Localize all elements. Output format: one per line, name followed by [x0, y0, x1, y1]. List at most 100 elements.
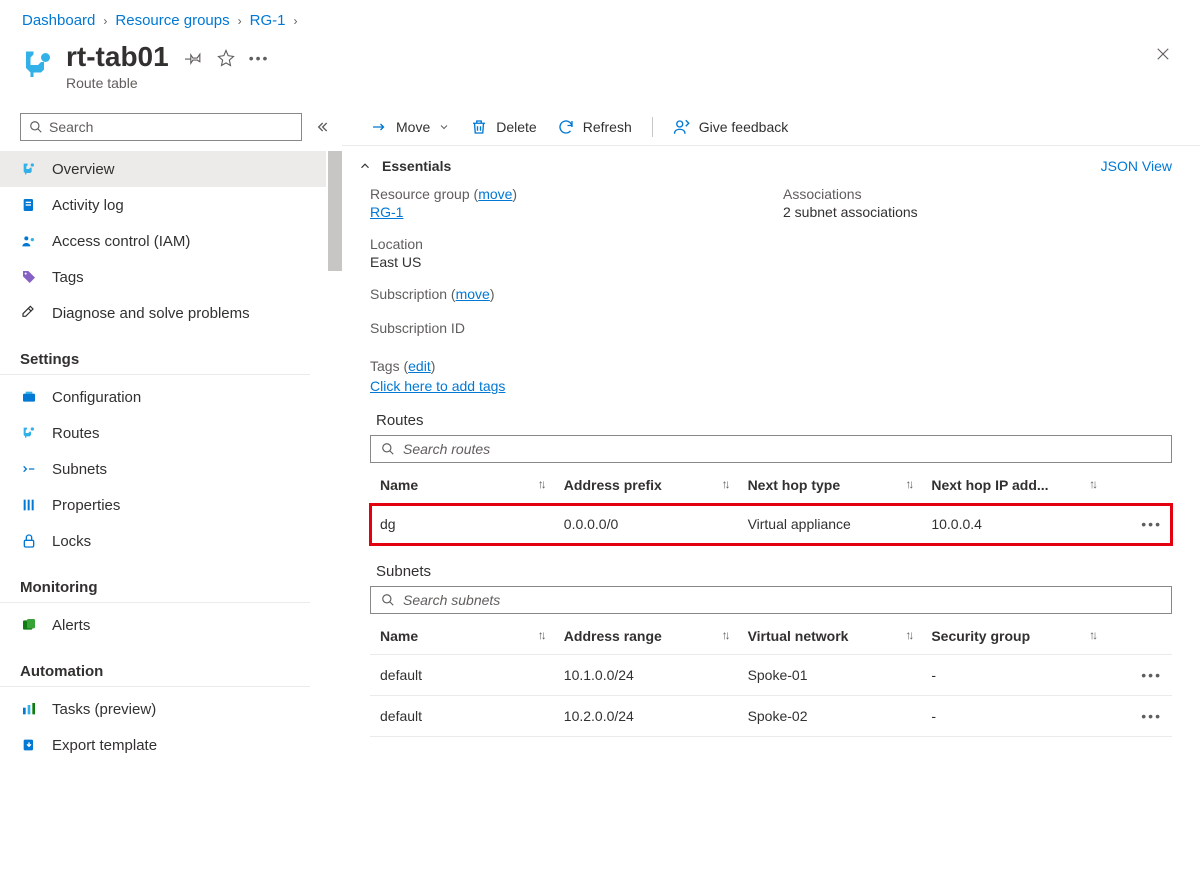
toolbar: Move Delete Refresh Give feedback	[342, 109, 1200, 146]
subnets-table: Name↑↓ Address range↑↓ Virtual network↑↓…	[370, 618, 1172, 737]
subnet-range: 10.2.0.0/24	[554, 696, 738, 737]
sidebar-item-label: Overview	[52, 161, 115, 178]
feedback-icon	[673, 118, 691, 136]
sidebar-item-tags[interactable]: Tags	[0, 259, 326, 295]
sidebar-item-properties[interactable]: Properties	[0, 487, 326, 523]
breadcrumb-dashboard[interactable]: Dashboard	[22, 12, 95, 29]
subnets-col-vnet[interactable]: Virtual network↑↓	[738, 618, 922, 655]
chevron-right-icon: ›	[293, 14, 297, 28]
sidebar-item-locks[interactable]: Locks	[0, 523, 326, 559]
collapse-sidebar-icon[interactable]	[310, 115, 334, 139]
sidebar-item-routes[interactable]: Routes	[0, 415, 326, 451]
sidebar-item-access-control[interactable]: Access control (IAM)	[0, 223, 326, 259]
chevron-right-icon: ›	[238, 14, 242, 28]
move-button[interactable]: Move	[370, 118, 450, 136]
subnets-col-range[interactable]: Address range↑↓	[554, 618, 738, 655]
subscription-id-label: Subscription ID	[370, 320, 759, 336]
tags-label: Tags (edit)	[370, 358, 435, 374]
refresh-icon	[557, 118, 575, 136]
subnet-vnet: Spoke-01	[738, 655, 922, 696]
sidebar-item-configuration[interactable]: Configuration	[0, 379, 326, 415]
pin-icon[interactable]	[185, 49, 203, 67]
routes-col-prefix[interactable]: Address prefix↑↓	[554, 467, 738, 504]
close-icon[interactable]	[1154, 45, 1180, 63]
sidebar-item-label: Properties	[52, 497, 120, 514]
routes-col-name[interactable]: Name↑↓	[370, 467, 554, 504]
sidebar-item-subnets[interactable]: Subnets	[0, 451, 326, 487]
diagnose-icon	[20, 304, 38, 322]
move-label: Move	[396, 119, 430, 135]
sidebar-item-tasks[interactable]: Tasks (preview)	[0, 691, 326, 727]
routes-col-hopip[interactable]: Next hop IP add...↑↓	[921, 467, 1105, 504]
associations-label: Associations	[783, 186, 1172, 202]
route-hop-type: Virtual appliance	[738, 504, 922, 545]
more-icon[interactable]: •••	[249, 50, 270, 66]
subnets-search-placeholder: Search subnets	[403, 592, 500, 608]
sidebar-item-label: Activity log	[52, 197, 124, 214]
routes-icon	[20, 424, 38, 442]
chevron-right-icon: ›	[103, 14, 107, 28]
essentials-toggle[interactable]: Essentials JSON View	[342, 146, 1200, 182]
row-more-icon[interactable]: •••	[1105, 504, 1172, 545]
routes-table: Name↑↓ Address prefix↑↓ Next hop type↑↓ …	[370, 467, 1172, 545]
overview-icon	[20, 160, 38, 178]
refresh-button[interactable]: Refresh	[557, 118, 632, 136]
search-icon	[29, 120, 43, 134]
delete-button[interactable]: Delete	[470, 118, 536, 136]
sidebar-item-overview[interactable]: Overview	[0, 151, 326, 187]
configuration-icon	[20, 388, 38, 406]
sidebar-item-label: Tasks (preview)	[52, 701, 156, 718]
subnets-col-sg[interactable]: Security group↑↓	[921, 618, 1105, 655]
subnet-sg: -	[921, 655, 1105, 696]
routes-col-hoptype[interactable]: Next hop type↑↓	[738, 467, 922, 504]
table-row[interactable]: default10.2.0.0/24Spoke-02-•••	[370, 696, 1172, 737]
page-header: rt-tab01 Route table •••	[0, 37, 1200, 109]
resource-group-label: Resource group (move)	[370, 186, 759, 202]
route-name: dg	[370, 504, 554, 545]
row-more-icon[interactable]: •••	[1105, 696, 1172, 737]
row-more-icon[interactable]: •••	[1105, 655, 1172, 696]
page-subtitle: Route table	[66, 75, 169, 91]
resource-group-move-link[interactable]: move	[478, 186, 512, 202]
sidebar-item-export-template[interactable]: Export template	[0, 727, 326, 763]
subscription-move-link[interactable]: move	[456, 286, 490, 302]
subnets-search-input[interactable]: Search subnets	[370, 586, 1172, 614]
routes-heading: Routes	[370, 412, 1172, 429]
table-row[interactable]: dg0.0.0.0/0Virtual appliance10.0.0.4•••	[370, 504, 1172, 545]
page-title: rt-tab01	[66, 41, 169, 73]
add-tags-link[interactable]: Click here to add tags	[370, 378, 1172, 394]
subnets-heading: Subnets	[370, 563, 1172, 580]
resource-group-value[interactable]: RG-1	[370, 204, 403, 220]
feedback-button[interactable]: Give feedback	[673, 118, 789, 136]
sidebar-section-monitoring: Monitoring	[0, 559, 310, 603]
chevron-up-icon	[358, 159, 372, 173]
search-icon	[381, 593, 395, 607]
breadcrumb-rg[interactable]: RG-1	[250, 12, 286, 29]
sidebar-scrollbar[interactable]	[328, 151, 342, 885]
sidebar-item-label: Routes	[52, 425, 100, 442]
json-view-link[interactable]: JSON View	[1101, 158, 1172, 174]
favorite-icon[interactable]	[217, 49, 235, 67]
sidebar-item-activity-log[interactable]: Activity log	[0, 187, 326, 223]
breadcrumb-resource-groups[interactable]: Resource groups	[115, 12, 229, 29]
toolbar-divider	[652, 117, 653, 137]
sidebar-item-diagnose[interactable]: Diagnose and solve problems	[0, 295, 326, 331]
refresh-label: Refresh	[583, 119, 632, 135]
sidebar-item-alerts[interactable]: Alerts	[0, 607, 326, 643]
route-hop-ip: 10.0.0.4	[921, 504, 1105, 545]
table-row[interactable]: default10.1.0.0/24Spoke-01-•••	[370, 655, 1172, 696]
search-icon	[381, 442, 395, 456]
properties-icon	[20, 496, 38, 514]
routes-search-placeholder: Search routes	[403, 441, 490, 457]
tags-edit-link[interactable]: edit	[408, 358, 431, 374]
routes-search-input[interactable]: Search routes	[370, 435, 1172, 463]
sidebar-item-label: Alerts	[52, 617, 90, 634]
subnets-col-name[interactable]: Name↑↓	[370, 618, 554, 655]
subnet-name: default	[370, 696, 554, 737]
essentials-heading: Essentials	[382, 158, 451, 174]
locks-icon	[20, 532, 38, 550]
tasks-icon	[20, 700, 38, 718]
sidebar-search-input[interactable]: Search	[20, 113, 302, 141]
alerts-icon	[20, 616, 38, 634]
subnet-vnet: Spoke-02	[738, 696, 922, 737]
